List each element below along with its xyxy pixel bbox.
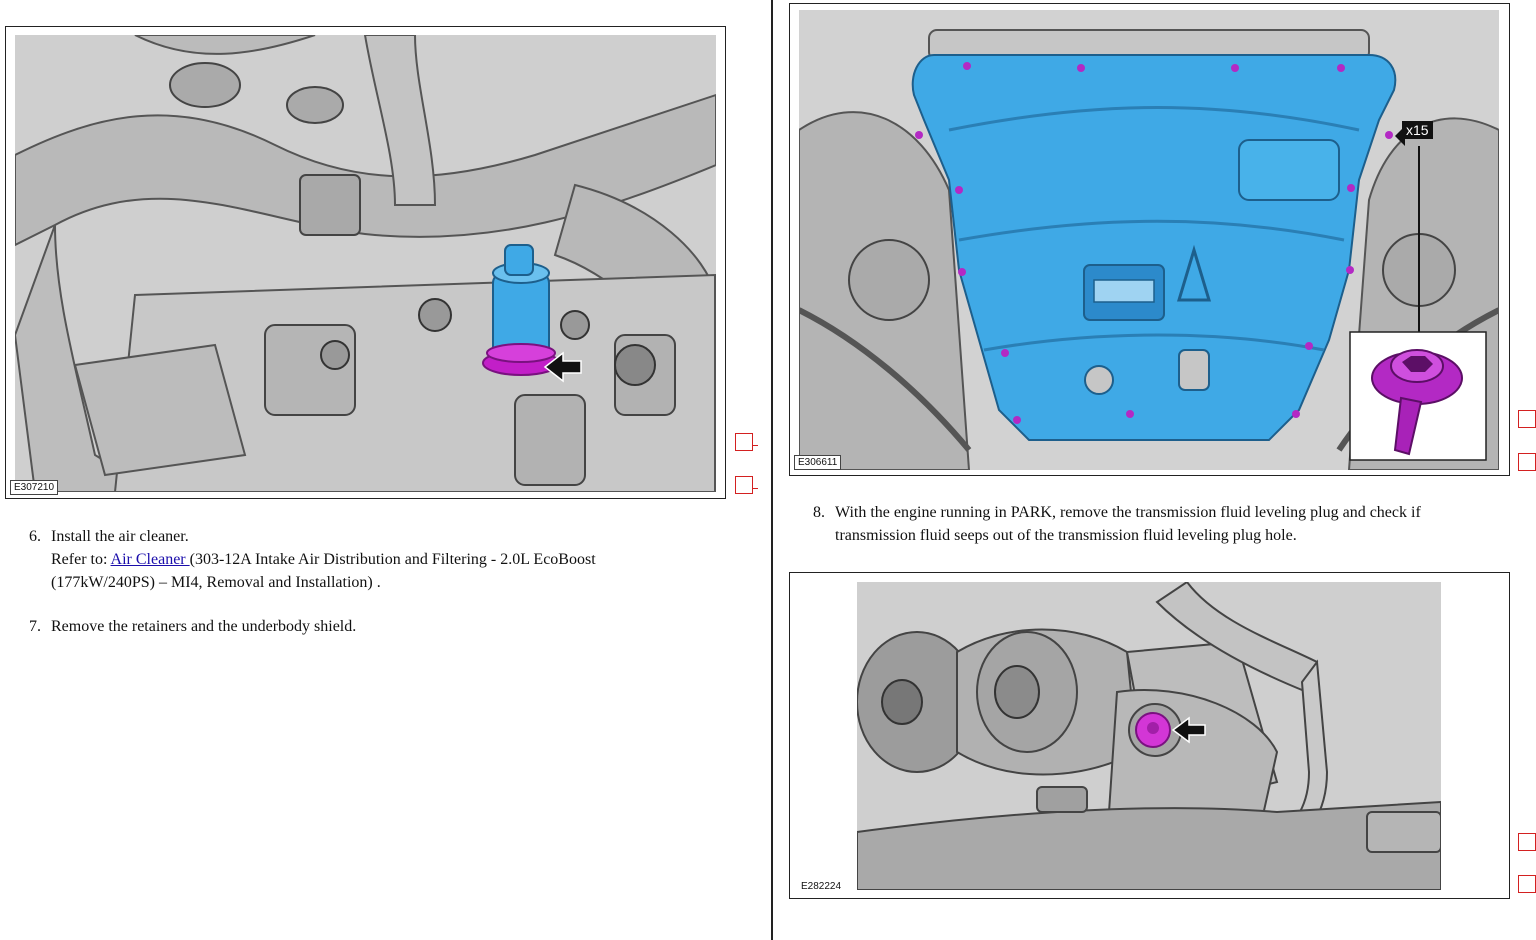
figure-engine-filter: E307210 xyxy=(5,26,726,499)
checkbox[interactable] xyxy=(1518,453,1536,471)
figure-fluid-plug: E282224 xyxy=(789,572,1510,899)
step-text-line1: With the engine running in PARK, remove … xyxy=(835,504,1421,521)
step-7: 7. Remove the retainers and the underbod… xyxy=(29,615,749,641)
underbody-illustration xyxy=(799,10,1499,470)
transmission-illustration xyxy=(857,582,1441,890)
checkbox[interactable] xyxy=(735,476,758,494)
step-number: 8. xyxy=(813,504,825,521)
quantity-callout: x15 xyxy=(1402,121,1433,139)
figure-underbody-shield: x15 E306611 xyxy=(789,3,1510,476)
checkbox[interactable] xyxy=(1518,875,1536,893)
step-number: 7. xyxy=(29,618,41,635)
engine-illustration xyxy=(15,35,716,492)
step-text: Install the air cleaner. xyxy=(51,528,189,545)
step-number: 6. xyxy=(29,528,41,545)
step-6: 6. Install the air cleaner. Refer to: Ai… xyxy=(29,525,749,595)
checkbox[interactable] xyxy=(735,433,758,451)
checkbox[interactable] xyxy=(1518,410,1536,428)
column-divider xyxy=(771,0,773,940)
refer-rest: (303-12A Intake Air Distribution and Fil… xyxy=(189,551,596,568)
air-cleaner-link[interactable]: Air Cleaner xyxy=(111,551,190,568)
figure-id: E282224 xyxy=(801,881,842,892)
refer-rest-cont: (177kW/240PS) – MI4, Removal and Install… xyxy=(51,574,381,591)
step-text-line2: transmission fluid seeps out of the tran… xyxy=(835,527,1297,544)
step-8: 8. With the engine running in PARK, remo… xyxy=(813,501,1513,549)
checkbox[interactable] xyxy=(1518,833,1536,851)
step-text: Remove the retainers and the underbody s… xyxy=(51,618,357,635)
figure-id: E307210 xyxy=(10,480,59,495)
refer-prefix: Refer to: xyxy=(51,551,111,568)
figure-id: E306611 xyxy=(794,455,842,470)
